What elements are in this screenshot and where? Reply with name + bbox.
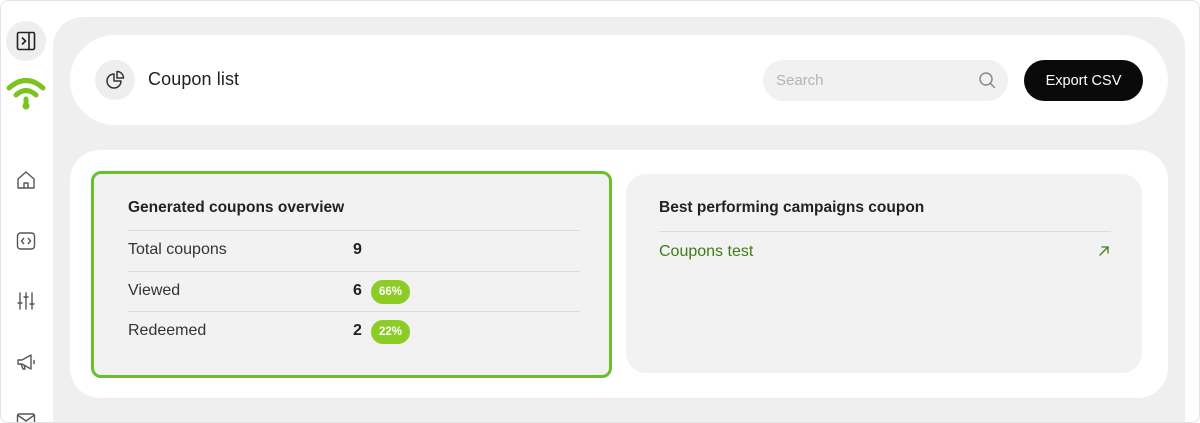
sidebar-item-campaigns[interactable] xyxy=(11,347,41,377)
overview-title: Generated coupons overview xyxy=(128,199,345,216)
sidebar-expand-icon[interactable] xyxy=(6,21,46,61)
content-card: Generated coupons overview Total coupons… xyxy=(70,150,1168,398)
sidebar-item-settings[interactable] xyxy=(11,286,41,316)
campaign-link[interactable]: Coupons test xyxy=(659,243,753,261)
row-value: 2 xyxy=(353,322,362,339)
table-row: Viewed 6 66% xyxy=(128,270,580,312)
arrow-up-right-icon[interactable] xyxy=(1097,244,1111,258)
best-title: Best performing campaigns coupon xyxy=(659,199,925,216)
main-content: Coupon list Export CSV Generated coupons… xyxy=(53,17,1185,422)
export-csv-button[interactable]: Export CSV xyxy=(1024,60,1143,101)
overview-table: Total coupons 9 Viewed 6 66% Redeemed 2 … xyxy=(128,230,580,352)
generated-coupons-overview: Generated coupons overview Total coupons… xyxy=(91,171,612,378)
page-title: Coupon list xyxy=(148,69,240,89)
row-label: Redeemed xyxy=(128,322,207,339)
best-performing-campaigns: Best performing campaigns coupon Coupons… xyxy=(626,174,1142,373)
code-icon xyxy=(16,232,36,250)
sidebar-item-mail[interactable] xyxy=(11,405,41,422)
row-value: 6 xyxy=(353,281,362,299)
mail-icon xyxy=(16,413,36,422)
megaphone-icon xyxy=(17,354,35,370)
percent-badge: 22% xyxy=(371,320,411,344)
search-box xyxy=(763,60,1008,101)
home-icon xyxy=(17,171,35,189)
search-input[interactable] xyxy=(763,60,1008,101)
wifi-icon[interactable] xyxy=(5,75,47,113)
row-label: Total coupons xyxy=(128,241,227,258)
pie-chart-icon xyxy=(95,60,135,100)
row-value: 9 xyxy=(353,241,362,258)
search-icon[interactable] xyxy=(978,71,996,89)
percent-badge: 66% xyxy=(371,279,411,304)
table-row: Redeemed 2 22% xyxy=(128,311,580,352)
sidebar-item-code[interactable] xyxy=(11,226,41,256)
table-row: Total coupons 9 xyxy=(128,230,580,271)
row-label: Viewed xyxy=(128,281,181,299)
list-item[interactable]: Coupons test xyxy=(659,231,1111,273)
sidebar xyxy=(1,1,53,422)
sliders-icon xyxy=(17,292,35,310)
app-window: Coupon list Export CSV Generated coupons… xyxy=(0,0,1200,423)
page-header: Coupon list Export CSV xyxy=(70,35,1168,125)
sidebar-item-home[interactable] xyxy=(11,165,41,195)
